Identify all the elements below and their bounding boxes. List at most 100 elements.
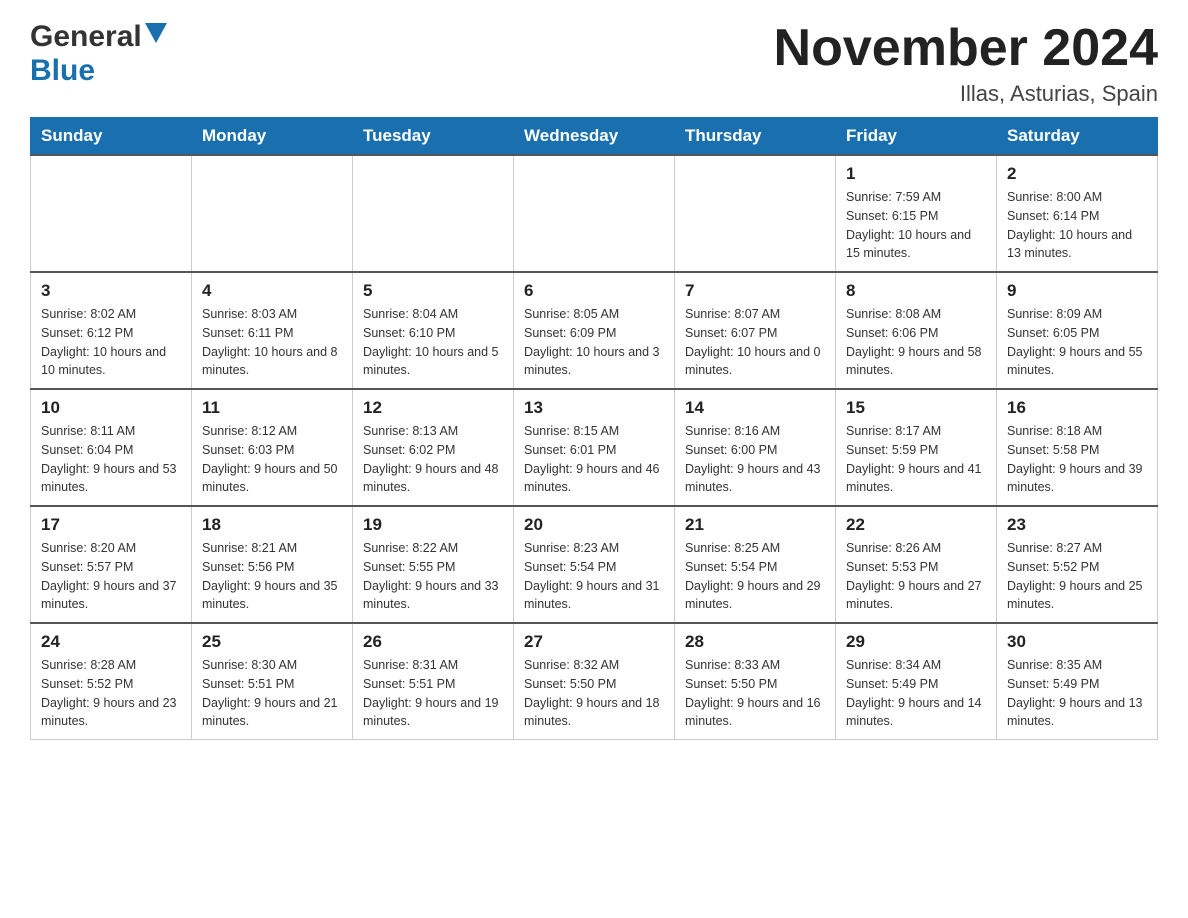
day-number: 6 [524, 281, 664, 301]
day-info: Sunrise: 8:27 AMSunset: 5:52 PMDaylight:… [1007, 539, 1147, 614]
header-saturday: Saturday [997, 118, 1158, 156]
table-row: 16 Sunrise: 8:18 AMSunset: 5:58 PMDayligh… [997, 389, 1158, 506]
table-row: 24 Sunrise: 8:28 AMSunset: 5:52 PMDayligh… [31, 623, 192, 740]
logo: General Blue [30, 20, 167, 88]
day-number: 28 [685, 632, 825, 652]
day-number: 18 [202, 515, 342, 535]
day-number: 4 [202, 281, 342, 301]
week-row-3: 10 Sunrise: 8:11 AMSunset: 6:04 PMDayligh… [31, 389, 1158, 506]
table-row: 25Sunrise: 8:30 AMSunset: 5:51 PMDayligh… [192, 623, 353, 740]
logo-triangle-icon [145, 23, 167, 43]
week-row-2: 3 Sunrise: 8:02 AMSunset: 6:12 PMDaylight… [31, 272, 1158, 389]
week-row-1: 1 Sunrise: 7:59 AMSunset: 6:15 PMDaylight… [31, 155, 1158, 272]
table-row [675, 155, 836, 272]
day-info: Sunrise: 8:20 AMSunset: 5:57 PMDaylight:… [41, 539, 181, 614]
day-number: 19 [363, 515, 503, 535]
table-row: 12 Sunrise: 8:13 AMSunset: 6:02 PMDayligh… [353, 389, 514, 506]
day-info: Sunrise: 8:16 AMSunset: 6:00 PMDaylight:… [685, 422, 825, 497]
day-info: Sunrise: 8:03 AMSunset: 6:11 PMDaylight:… [202, 305, 342, 380]
table-row: 13 Sunrise: 8:15 AMSunset: 6:01 PMDayligh… [514, 389, 675, 506]
header-wednesday: Wednesday [514, 118, 675, 156]
day-info: Sunrise: 8:33 AMSunset: 5:50 PMDaylight:… [685, 656, 825, 731]
title-block: November 2024 Illas, Asturias, Spain [774, 20, 1158, 107]
table-row [353, 155, 514, 272]
day-info: Sunrise: 8:34 AMSunset: 5:49 PMDaylight:… [846, 656, 986, 731]
table-row: 23 Sunrise: 8:27 AMSunset: 5:52 PMDayligh… [997, 506, 1158, 623]
table-row: 1 Sunrise: 7:59 AMSunset: 6:15 PMDaylight… [836, 155, 997, 272]
day-number: 16 [1007, 398, 1147, 418]
day-info: Sunrise: 7:59 AMSunset: 6:15 PMDaylight:… [846, 188, 986, 263]
header-sunday: Sunday [31, 118, 192, 156]
week-row-5: 24 Sunrise: 8:28 AMSunset: 5:52 PMDayligh… [31, 623, 1158, 740]
day-info: Sunrise: 8:07 AMSunset: 6:07 PMDaylight:… [685, 305, 825, 380]
table-row: 8 Sunrise: 8:08 AMSunset: 6:06 PMDaylight… [836, 272, 997, 389]
table-row: 28 Sunrise: 8:33 AMSunset: 5:50 PMDayligh… [675, 623, 836, 740]
calendar-subtitle: Illas, Asturias, Spain [774, 81, 1158, 107]
day-number: 24 [41, 632, 181, 652]
day-number: 23 [1007, 515, 1147, 535]
day-number: 7 [685, 281, 825, 301]
table-row: 3 Sunrise: 8:02 AMSunset: 6:12 PMDaylight… [31, 272, 192, 389]
day-number: 12 [363, 398, 503, 418]
day-number: 13 [524, 398, 664, 418]
table-row: 7 Sunrise: 8:07 AMSunset: 6:07 PMDaylight… [675, 272, 836, 389]
table-row: 27Sunrise: 8:32 AMSunset: 5:50 PMDayligh… [514, 623, 675, 740]
day-number: 25 [202, 632, 342, 652]
day-info: Sunrise: 8:09 AMSunset: 6:05 PMDaylight:… [1007, 305, 1147, 380]
table-row: 9 Sunrise: 8:09 AMSunset: 6:05 PMDaylight… [997, 272, 1158, 389]
day-info: Sunrise: 8:15 AMSunset: 6:01 PMDaylight:… [524, 422, 664, 497]
table-row: 10 Sunrise: 8:11 AMSunset: 6:04 PMDayligh… [31, 389, 192, 506]
table-row [514, 155, 675, 272]
logo-blue-text: Blue [30, 54, 95, 87]
calendar-table: Sunday Monday Tuesday Wednesday Thursday… [30, 117, 1158, 740]
table-row: 14Sunrise: 8:16 AMSunset: 6:00 PMDayligh… [675, 389, 836, 506]
day-number: 3 [41, 281, 181, 301]
calendar-title: November 2024 [774, 20, 1158, 77]
header-friday: Friday [836, 118, 997, 156]
header-thursday: Thursday [675, 118, 836, 156]
table-row: 4 Sunrise: 8:03 AMSunset: 6:11 PMDaylight… [192, 272, 353, 389]
day-info: Sunrise: 8:22 AMSunset: 5:55 PMDaylight:… [363, 539, 503, 614]
day-info: Sunrise: 8:31 AMSunset: 5:51 PMDaylight:… [363, 656, 503, 731]
day-info: Sunrise: 8:28 AMSunset: 5:52 PMDaylight:… [41, 656, 181, 731]
day-number: 20 [524, 515, 664, 535]
day-info: Sunrise: 8:02 AMSunset: 6:12 PMDaylight:… [41, 305, 181, 380]
day-info: Sunrise: 8:12 AMSunset: 6:03 PMDaylight:… [202, 422, 342, 497]
day-number: 11 [202, 398, 342, 418]
table-row: 5Sunrise: 8:04 AMSunset: 6:10 PMDaylight… [353, 272, 514, 389]
table-row: 6 Sunrise: 8:05 AMSunset: 6:09 PMDaylight… [514, 272, 675, 389]
day-number: 1 [846, 164, 986, 184]
day-number: 9 [1007, 281, 1147, 301]
week-row-4: 17 Sunrise: 8:20 AMSunset: 5:57 PMDayligh… [31, 506, 1158, 623]
day-number: 30 [1007, 632, 1147, 652]
day-info: Sunrise: 8:18 AMSunset: 5:58 PMDaylight:… [1007, 422, 1147, 497]
day-info: Sunrise: 8:00 AMSunset: 6:14 PMDaylight:… [1007, 188, 1147, 263]
day-number: 15 [846, 398, 986, 418]
day-info: Sunrise: 8:13 AMSunset: 6:02 PMDaylight:… [363, 422, 503, 497]
day-number: 22 [846, 515, 986, 535]
table-row: 20Sunrise: 8:23 AMSunset: 5:54 PMDayligh… [514, 506, 675, 623]
day-info: Sunrise: 8:26 AMSunset: 5:53 PMDaylight:… [846, 539, 986, 614]
day-number: 5 [363, 281, 503, 301]
day-number: 26 [363, 632, 503, 652]
table-row: 22 Sunrise: 8:26 AMSunset: 5:53 PMDayligh… [836, 506, 997, 623]
table-row [31, 155, 192, 272]
day-number: 8 [846, 281, 986, 301]
page-header: General Blue November 2024 Illas, Asturi… [30, 20, 1158, 107]
day-number: 17 [41, 515, 181, 535]
header-monday: Monday [192, 118, 353, 156]
table-row: 26 Sunrise: 8:31 AMSunset: 5:51 PMDayligh… [353, 623, 514, 740]
day-number: 10 [41, 398, 181, 418]
day-info: Sunrise: 8:05 AMSunset: 6:09 PMDaylight:… [524, 305, 664, 380]
table-row: 30 Sunrise: 8:35 AMSunset: 5:49 PMDayligh… [997, 623, 1158, 740]
day-info: Sunrise: 8:35 AMSunset: 5:49 PMDaylight:… [1007, 656, 1147, 731]
day-info: Sunrise: 8:21 AMSunset: 5:56 PMDaylight:… [202, 539, 342, 614]
day-info: Sunrise: 8:11 AMSunset: 6:04 PMDaylight:… [41, 422, 181, 497]
day-info: Sunrise: 8:08 AMSunset: 6:06 PMDaylight:… [846, 305, 986, 380]
day-number: 27 [524, 632, 664, 652]
calendar-header-row: Sunday Monday Tuesday Wednesday Thursday… [31, 118, 1158, 156]
table-row: 29Sunrise: 8:34 AMSunset: 5:49 PMDayligh… [836, 623, 997, 740]
day-number: 2 [1007, 164, 1147, 184]
day-number: 21 [685, 515, 825, 535]
table-row: 15Sunrise: 8:17 AMSunset: 5:59 PMDayligh… [836, 389, 997, 506]
